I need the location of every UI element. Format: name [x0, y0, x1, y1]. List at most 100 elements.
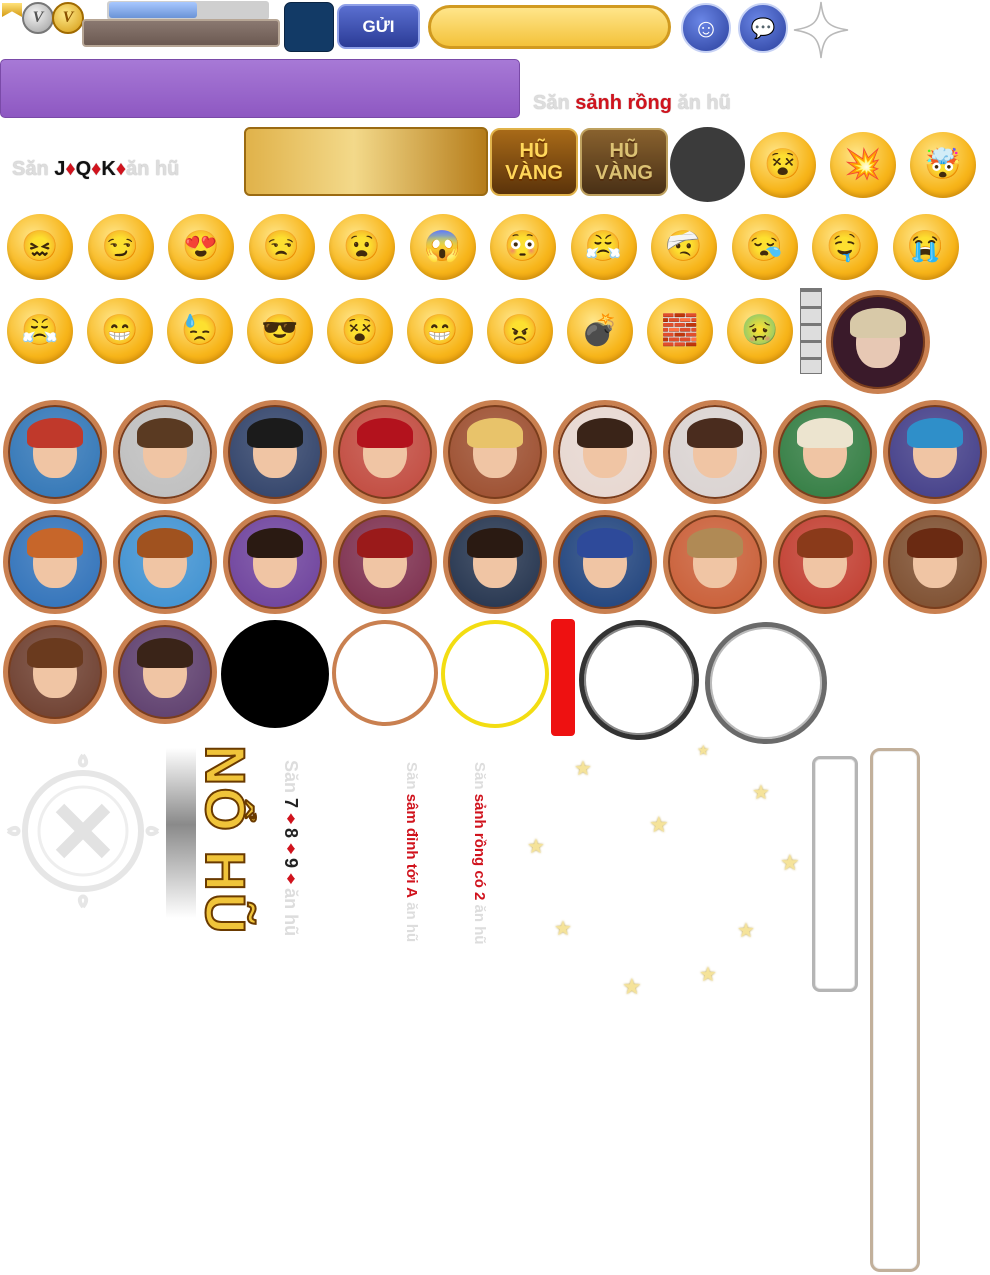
star-icon: ★ — [574, 758, 592, 780]
label-san-sam-dinh: Săn sâm đỉnh tới A ăn hũ — [403, 762, 420, 943]
emoji-row2-4[interactable]: 😒 — [248, 214, 315, 280]
avatar-glasses-woman[interactable] — [883, 510, 987, 614]
avatar-brown-hair-woman[interactable] — [3, 620, 107, 724]
emoji-row3-4[interactable]: 😎 — [247, 298, 313, 364]
emoji-row3-8[interactable]: 💣 — [567, 298, 633, 364]
avatar-pirate[interactable] — [223, 510, 327, 614]
emoji-row1-2[interactable]: 💥 — [830, 132, 896, 198]
avatar-face — [907, 528, 963, 588]
label-san-jqk: Săn J♦Q♦K♦ăn hũ — [12, 158, 180, 180]
empty-silver-frame[interactable] — [705, 622, 827, 744]
label-san-789: Săn 7♦8♦9♦ăn hũ — [281, 760, 301, 937]
avatar-chief-man[interactable] — [773, 400, 877, 504]
scroll-track-large[interactable] — [870, 748, 920, 1272]
avatar-dark-hair-woman[interactable] — [553, 400, 657, 504]
emoji-row2-2[interactable]: 😏 — [87, 214, 154, 280]
empty-dark-frame[interactable] — [579, 620, 699, 740]
avatar-hair — [687, 528, 743, 558]
sparkle-icon — [793, 1, 849, 59]
avatar-face — [467, 528, 523, 588]
emoji-face-icon: 😏 — [101, 230, 140, 263]
emoji-face-icon: 😭 — [906, 230, 945, 263]
avatar-face — [577, 418, 633, 478]
avatar-hair — [27, 418, 83, 448]
avatar-young-man[interactable] — [113, 510, 217, 614]
scroll-track-small[interactable] — [812, 756, 858, 992]
star-icon: ★ — [527, 836, 545, 858]
avatar-hair — [357, 418, 413, 448]
emoji-row2-3[interactable]: 😍 — [168, 214, 234, 280]
avatar-long-hair-woman[interactable] — [663, 400, 767, 504]
avatar-hair — [247, 528, 303, 558]
emoji-row3-2[interactable]: 😁 — [87, 298, 153, 364]
label-san-sanh-rong-2: Săn sảnh rồng có 2 ăn hũ — [471, 762, 488, 945]
star-icon: ★ — [737, 920, 755, 942]
avatar-blonde-woman[interactable] — [443, 400, 547, 504]
emoji-row2-5[interactable]: 😧 — [329, 214, 395, 280]
no-hu-title: NỔ HŨ — [193, 744, 258, 936]
star-icon: ★ — [554, 918, 572, 940]
emoji-row2-6[interactable]: 😱 — [409, 214, 476, 280]
emoji-face-icon: 🤢 — [741, 314, 779, 347]
purple-banner — [0, 59, 520, 118]
emoji-row2-8[interactable]: 😤 — [570, 214, 637, 280]
avatar-face — [137, 528, 193, 588]
emoji-row2-12[interactable]: 😭 — [892, 214, 959, 280]
star-icon: ★ — [622, 974, 642, 999]
avatar-face — [247, 418, 303, 478]
chat-button[interactable]: 💬 — [738, 3, 788, 53]
empty-gold-frame[interactable] — [441, 620, 549, 728]
avatar-redhead-woman[interactable] — [3, 510, 107, 614]
emoji-row3-7[interactable]: 😠 — [487, 298, 553, 364]
avatar-cool-man[interactable] — [553, 510, 657, 614]
emoji-row1-3[interactable]: 🤯 — [910, 132, 976, 198]
name-plate — [82, 19, 280, 47]
emoji-row3-9[interactable]: 🧱 — [647, 298, 713, 364]
emoji-row1-1[interactable]: 😵 — [750, 132, 816, 198]
avatar-auburn-woman[interactable] — [773, 510, 877, 614]
emoji-row3-5[interactable]: 😵 — [327, 298, 393, 364]
avatar-suit-man[interactable] — [223, 400, 327, 504]
emoji-row3-3[interactable]: 😓 — [167, 298, 233, 364]
avatar-bunny-woman[interactable] — [113, 620, 217, 724]
avatar-face — [850, 308, 906, 368]
avatar-face — [137, 418, 193, 478]
gray-gradient-bar — [166, 748, 196, 918]
avatar-face — [467, 418, 523, 478]
avatar-cowboy[interactable] — [663, 510, 767, 614]
emoji-face-icon: 😱 — [423, 230, 462, 263]
avatar-brunette-man[interactable] — [113, 400, 217, 504]
chat-bubbles-icon: 💬 — [750, 17, 776, 40]
avatar-hair — [247, 418, 303, 448]
emoji-button[interactable]: ☺ — [681, 3, 731, 53]
avatar-face — [687, 528, 743, 588]
avatar-face — [907, 418, 963, 478]
emoji-face-icon: 😤 — [584, 230, 623, 263]
avatar-red-cap-man[interactable] — [333, 400, 437, 504]
avatar-vampire[interactable] — [826, 290, 930, 394]
avatar-face — [357, 418, 413, 478]
emoji-row2-10[interactable]: 😪 — [731, 214, 798, 280]
hu-vang-badge-dim: HŨ VÀNG — [580, 128, 668, 196]
black-frame[interactable] — [221, 620, 329, 728]
avatar-alien-card[interactable] — [883, 400, 987, 504]
avatar-hair — [27, 528, 83, 558]
emoji-row2-9[interactable]: 🤕 — [651, 214, 717, 280]
emoji-face-icon: 😳 — [504, 230, 542, 263]
emoji-row2-1[interactable]: 😖 — [7, 214, 73, 280]
avatar-cyber-girl[interactable] — [3, 400, 107, 504]
avatar-face — [137, 638, 193, 698]
emoji-row3-1[interactable]: 😤 — [7, 298, 73, 364]
empty-copper-frame[interactable] — [332, 620, 438, 726]
emoji-row3-6[interactable]: 😁 — [407, 298, 473, 364]
avatar-glasses-man[interactable] — [443, 510, 547, 614]
send-button[interactable]: GỬI — [337, 4, 420, 49]
chat-input[interactable] — [428, 5, 671, 49]
navy-square-button[interactable] — [284, 2, 334, 52]
emoji-row2-11[interactable]: 🤤 — [812, 214, 878, 280]
avatar-hair — [137, 418, 193, 448]
emoji-row3-10[interactable]: 🤢 — [727, 298, 793, 364]
avatar-clown[interactable] — [333, 510, 437, 614]
emoji-row2-7[interactable]: 😳 — [490, 214, 556, 280]
emoji-face-icon: 😪 — [745, 230, 784, 263]
